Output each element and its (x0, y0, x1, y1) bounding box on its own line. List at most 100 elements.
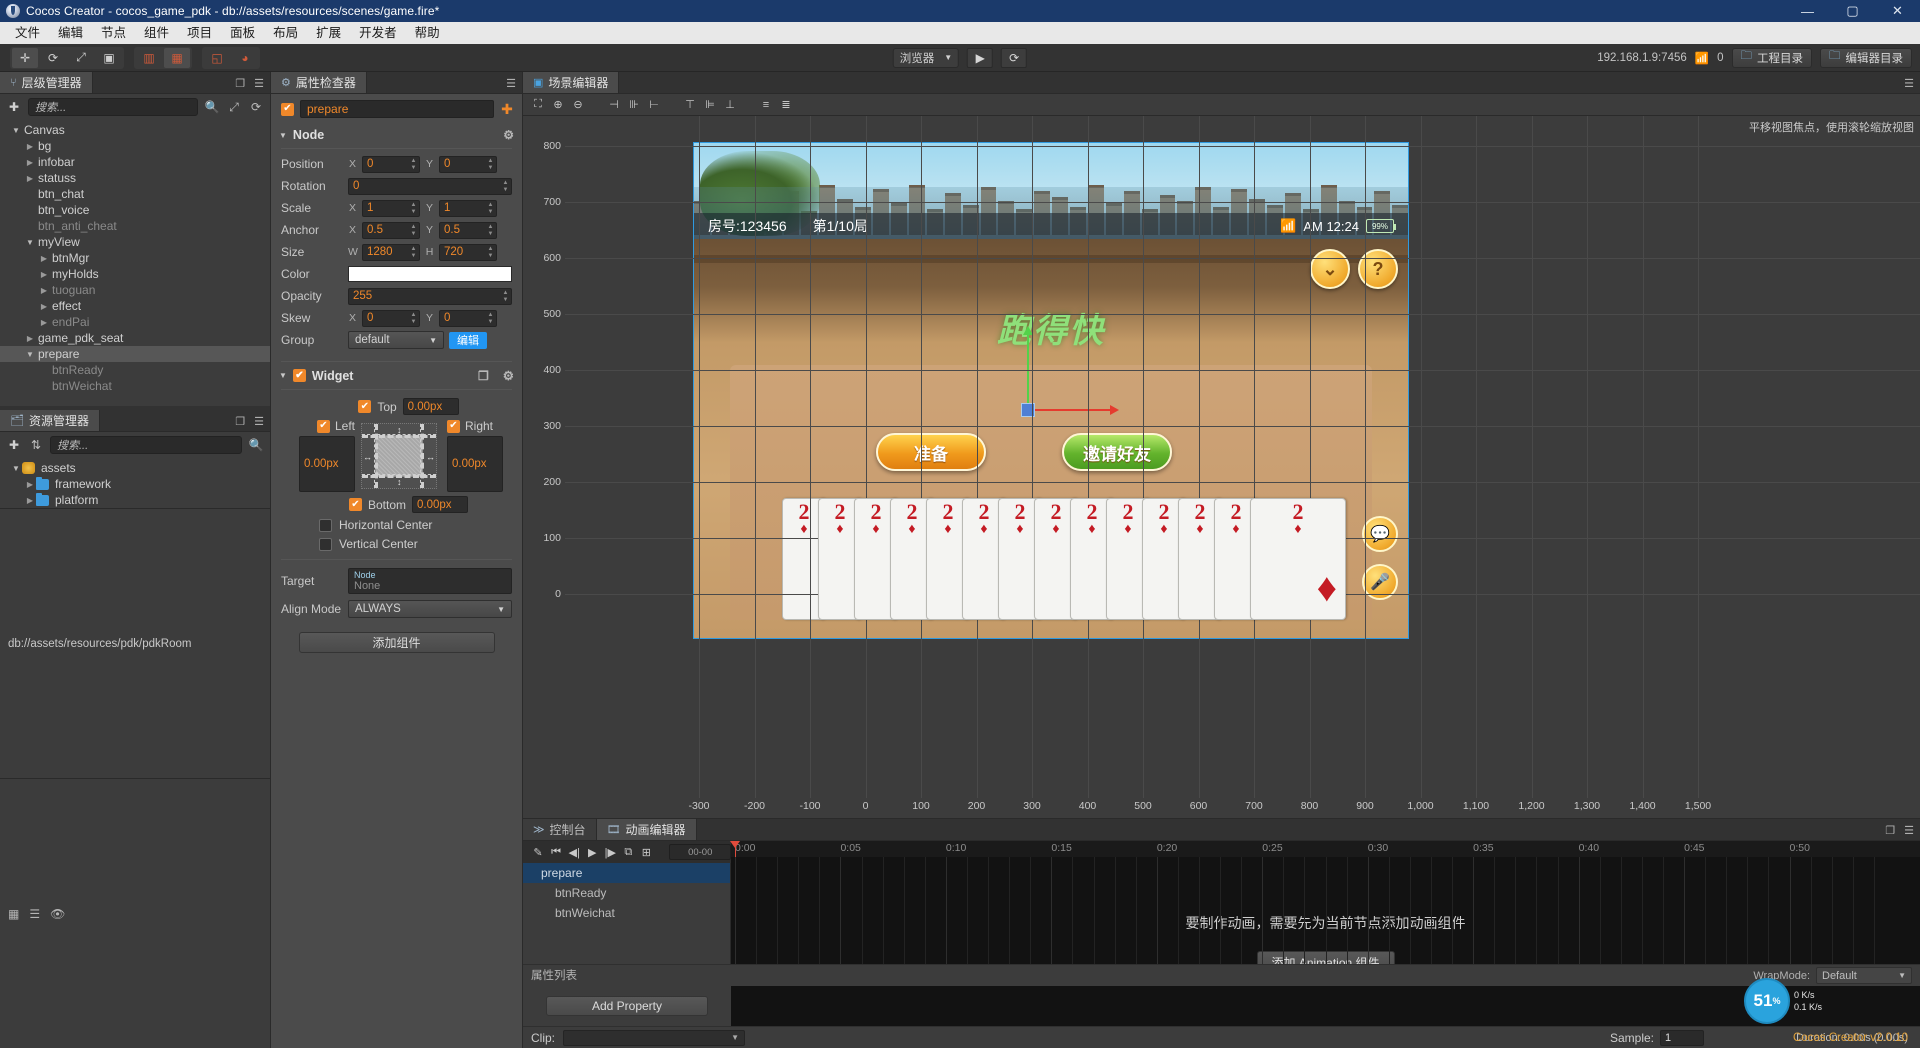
chevron-down-icon[interactable]: ▼ (10, 464, 22, 473)
align-bottom-edge-icon[interactable]: ⊥ (721, 96, 739, 113)
chevron-right-icon[interactable]: ▶ (24, 334, 36, 343)
inspector-menu-icon[interactable]: ☰ (506, 77, 516, 90)
grid-view-icon[interactable]: ▦ (8, 907, 19, 921)
asset-node-framework[interactable]: ▶ framework (0, 476, 270, 492)
group-edit-button[interactable]: 编辑 (449, 331, 487, 349)
widget-enabled-checkbox[interactable]: ✔ (292, 369, 306, 382)
skew-y-spinner[interactable]: ▲ ▼ (486, 312, 495, 325)
widget-bottom-input[interactable]: 0.00px (412, 496, 468, 513)
add-property-button[interactable]: Add Property (546, 996, 708, 1016)
bottom-menu-icon[interactable]: ☰ (1904, 824, 1914, 837)
panel-menu-icon[interactable]: ☰ (254, 77, 264, 90)
anchor-x-spinner[interactable]: ▲ ▼ (409, 224, 418, 237)
distribute-horizontal-icon[interactable]: ≡ (757, 96, 775, 113)
rect-tool-icon[interactable]: ▣ (96, 48, 122, 68)
anchor-x-input[interactable]: 0.5 ▲ ▼ (362, 221, 420, 239)
chevron-right-icon[interactable]: ▶ (38, 318, 50, 327)
align-right-edge-icon[interactable]: ⊢ (645, 96, 663, 113)
widget-section-header[interactable]: ▼ ✔ Widget ❐ ⚙ (271, 366, 522, 387)
play-animation-icon[interactable]: ▶ (583, 843, 601, 861)
scene-viewport[interactable]: 平移视图焦点，使用滚轮缩放视图 800 700 600 500 400 300 200 100… (523, 116, 1920, 818)
skew-x-spinner[interactable]: ▲ ▼ (409, 312, 418, 325)
hierarchy-node-game_pdk_seat[interactable]: ▶ game_pdk_seat (0, 330, 270, 346)
hierarchy-node-btnWeichat[interactable]: btnWeichat (0, 378, 270, 394)
hierarchy-node-btnMgr[interactable]: ▶ btnMgr (0, 250, 270, 266)
list-view-icon[interactable]: ☰ (29, 907, 40, 921)
zoom-in-icon[interactable]: ⊕ (549, 96, 567, 113)
align-vertical-center-icon[interactable]: ⊫ (701, 96, 719, 113)
clip-select[interactable]: ▼ (563, 1029, 746, 1046)
refresh-preview-button[interactable]: ⟳ (1001, 47, 1028, 68)
hierarchy-node-myHolds[interactable]: ▶ myHolds (0, 266, 270, 282)
ready-button[interactable]: 准备 (876, 433, 986, 471)
chevron-right-icon[interactable]: ▶ (38, 270, 50, 279)
scene-menu-icon[interactable]: ☰ (1904, 77, 1914, 90)
chevron-right-icon[interactable]: ▶ (24, 480, 36, 489)
sample-input[interactable]: 1 (1660, 1029, 1704, 1046)
widget-top-checkbox[interactable]: ✔ (358, 400, 372, 413)
node-enabled-checkbox[interactable]: ✔ (281, 102, 294, 116)
track-list[interactable]: prepare btnReady btnWeichat (523, 863, 731, 964)
add-keyframe-icon[interactable]: ⊞ (637, 843, 655, 861)
asset-node-platform[interactable]: ▶ platform (0, 492, 270, 508)
game-canvas-preview[interactable]: 房号:123456 第1/10局 📶 AM 12:24 99% 跑得快 ⌄ ? … (693, 142, 1409, 639)
hierarchy-node-btn_chat[interactable]: btn_chat (0, 186, 270, 202)
pivot-icon[interactable]: ◱ (204, 48, 230, 68)
global-coord-icon[interactable]: ◕ (232, 48, 258, 68)
hierarchy-node-infobar[interactable]: ▶ infobar (0, 154, 270, 170)
skew-x-input[interactable]: 0 ▲ ▼ (362, 309, 420, 327)
next-frame-icon[interactable]: |▶ (601, 843, 619, 861)
animation-track-prepare[interactable]: prepare (523, 863, 730, 883)
hierarchy-node-prepare[interactable]: ▼ prepare (0, 346, 270, 362)
widget-copy-icon[interactable]: ❐ (478, 369, 489, 383)
menu-item-5[interactable]: 面板 (221, 23, 264, 43)
property-timeline-area[interactable] (731, 986, 1920, 1026)
chat-button[interactable]: 💬 (1362, 516, 1398, 552)
align-left-edge-icon[interactable]: ⊣ (605, 96, 623, 113)
widget-vertical-center-checkbox[interactable] (319, 537, 332, 551)
chevron-right-icon[interactable]: ▶ (38, 286, 50, 295)
help-button[interactable]: ? (1358, 249, 1398, 289)
assets-search-input[interactable]: 搜索... (50, 436, 242, 454)
widget-right-checkbox[interactable]: ✔ (447, 419, 460, 433)
animation-track-btnWeichat[interactable]: btnWeichat (523, 903, 730, 923)
search-icon[interactable]: 🔍 (204, 100, 220, 114)
hierarchy-tree[interactable]: ▼ Canvas ▶ bg ▶ infobar ▶ statuss btn_chat btn_vo… (0, 120, 270, 406)
play-preview-button[interactable]: ▶ (967, 47, 994, 68)
animation-track-btnReady[interactable]: btnReady (523, 883, 730, 903)
menu-item-3[interactable]: 组件 (135, 23, 178, 43)
collapse-button[interactable]: ⌄ (1310, 249, 1350, 289)
hierarchy-node-btn_anti_cheat[interactable]: btn_anti_cheat (0, 218, 270, 234)
menu-item-9[interactable]: 帮助 (406, 23, 449, 43)
hand-card[interactable]: 2 ♦ ♦ (1250, 498, 1346, 620)
hierarchy-node-btnReady[interactable]: btnReady (0, 362, 270, 378)
move-tool-icon[interactable]: ✛ (12, 47, 38, 68)
rotate-tool-icon[interactable]: ⟳ (40, 48, 66, 68)
menu-item-0[interactable]: 文件 (6, 23, 49, 43)
distribute-vertical-icon[interactable]: ≣ (777, 96, 795, 113)
position-x-spinner[interactable]: ▲ ▼ (409, 158, 418, 171)
hierarchy-node-endPai[interactable]: ▶ endPai (0, 314, 270, 330)
node-section-gear-icon[interactable]: ⚙ (503, 128, 514, 142)
size-w-input[interactable]: 1280 ▲ ▼ (362, 243, 420, 261)
widget-target-field[interactable]: Node None (348, 568, 512, 594)
gizmo-y-axis[interactable] (1023, 326, 1033, 405)
size-h-input[interactable]: 720 ▲ ▼ (439, 243, 497, 261)
size-w-spinner[interactable]: ▲ ▼ (409, 246, 418, 259)
minimize-button[interactable]: — (1785, 0, 1830, 22)
gizmo-x-axis[interactable] (1035, 405, 1119, 415)
popout-icon[interactable]: ❐ (235, 77, 245, 90)
scale-y-input[interactable]: 1 ▲ ▼ (439, 199, 497, 217)
add-node-component-icon[interactable]: ✚ (500, 101, 514, 118)
tab-console[interactable]: ≫ 控制台 (523, 819, 597, 840)
add-asset-icon[interactable]: ✚ (6, 438, 22, 452)
menu-item-1[interactable]: 编辑 (49, 23, 92, 43)
tab-scene-editor[interactable]: ▣ 场景编辑器 (523, 72, 620, 93)
chevron-right-icon[interactable]: ▶ (38, 302, 50, 311)
popout-icon-assets[interactable]: ❐ (235, 415, 245, 428)
align-center-icon[interactable]: ▦ (164, 47, 190, 68)
widget-left-checkbox[interactable]: ✔ (316, 419, 330, 433)
edit-mode-icon[interactable]: ✎ (529, 843, 547, 861)
chevron-down-icon[interactable]: ▼ (24, 350, 36, 359)
expand-all-icon[interactable]: ⤢ (226, 100, 242, 115)
